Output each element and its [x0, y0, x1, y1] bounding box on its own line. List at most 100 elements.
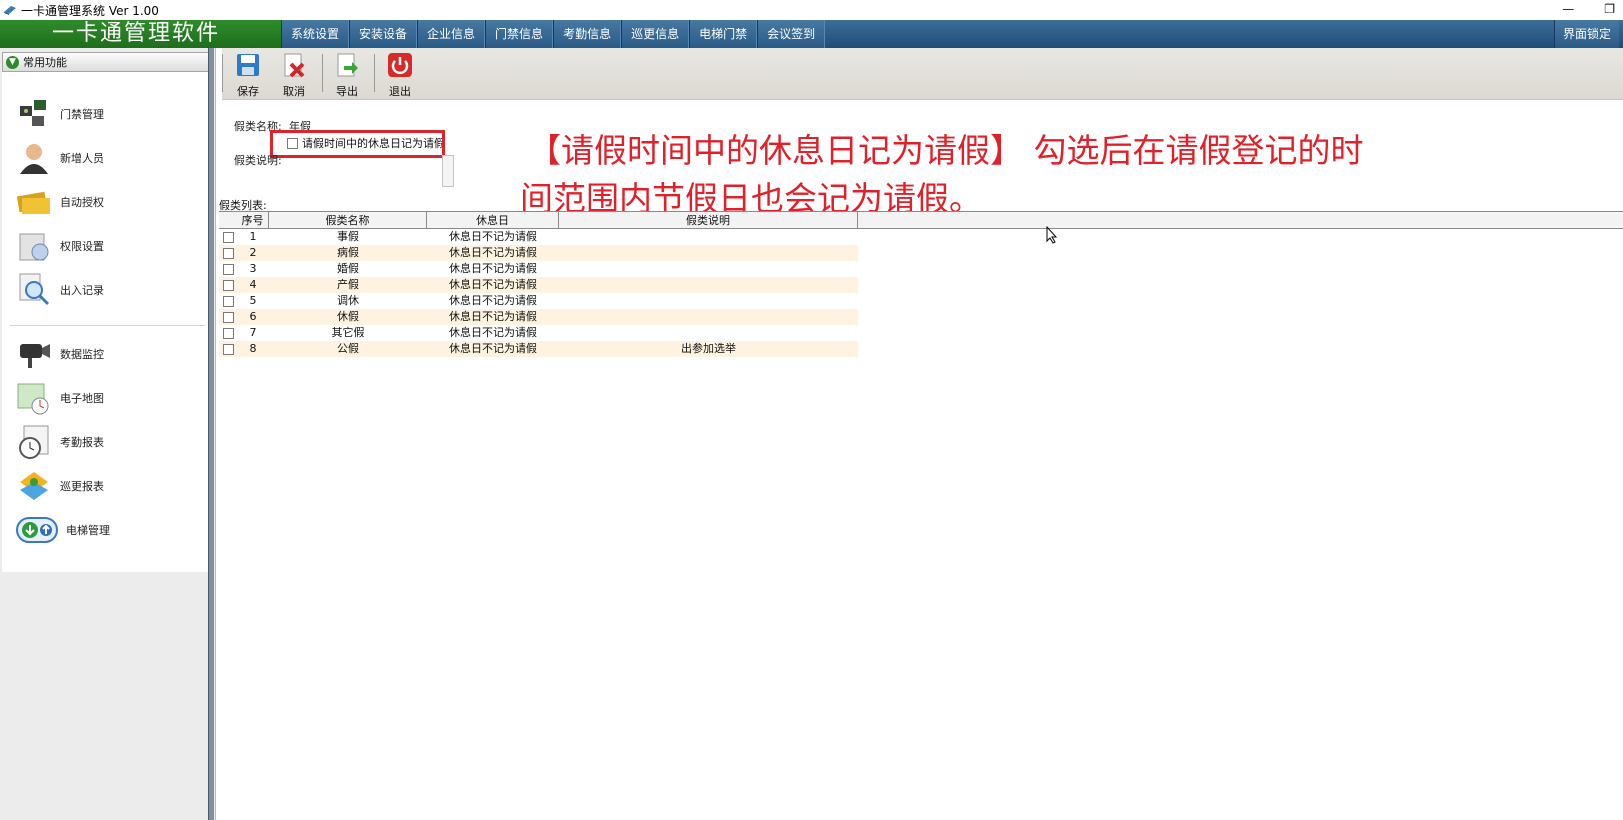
main-menu: 系统设置 安装设备 企业信息 门禁信息 考勤信息 巡更信息 电梯门禁 会议签到 [281, 20, 826, 48]
row-checkbox[interactable] [222, 263, 234, 275]
header-rest[interactable]: 休息日 [427, 212, 559, 228]
sidebar-item-auto-authorize[interactable]: 自动授权 [2, 180, 213, 224]
row-rest: 休息日不记为请假 [449, 230, 537, 243]
row-name: 婚假 [337, 262, 359, 275]
save-button[interactable]: 保存 [228, 52, 268, 99]
brand-title: 一卡通管理软件 [0, 20, 281, 48]
restore-icon[interactable]: ❐ [1604, 2, 1615, 16]
leave-desc-label: 假类说明: [234, 154, 282, 167]
toolbar: 保存 取消 导出 退出 [222, 48, 1623, 100]
permission-icon [19, 233, 49, 261]
row-name: 产假 [337, 278, 359, 291]
row-no: 4 [249, 278, 257, 291]
search-record-icon [19, 273, 50, 306]
export-label: 导出 [336, 85, 358, 98]
sidebar-item-attendance-report[interactable]: 考勤报表 [2, 420, 213, 464]
sidebar-item-door-control[interactable]: 门禁管理 [2, 92, 213, 136]
table-row[interactable]: 4 产假 休息日不记为请假 [219, 277, 858, 293]
row-checkbox[interactable] [222, 327, 234, 339]
table-row[interactable]: 2 病假 休息日不记为请假 [219, 245, 858, 261]
row-rest: 休息日不记为请假 [449, 262, 537, 275]
sidebar-panel: 门禁管理 新增人员 自动授权 权限设置 出入记录 数据监控 电子地图 考勤报表 … [2, 72, 213, 572]
title-bar: 一卡通管理系统 Ver 1.00 — ❐ [0, 0, 1623, 20]
cancel-button[interactable]: 取消 [274, 52, 314, 99]
row-checkbox[interactable] [222, 295, 234, 307]
table-row[interactable]: 1 事假 休息日不记为请假 [219, 229, 858, 245]
row-name: 其它假 [331, 326, 365, 339]
sidebar-item-label: 电子地图 [60, 392, 104, 405]
sidebar-item-label: 数据监控 [60, 348, 104, 361]
row-checkbox-cell [219, 309, 237, 325]
collapse-icon[interactable]: ▼ [6, 55, 19, 69]
export-button[interactable]: 导出 [327, 52, 367, 99]
row-checkbox-cell [219, 245, 237, 261]
row-desc [559, 245, 858, 261]
sidebar-item-electronic-map[interactable]: 电子地图 [2, 376, 213, 420]
menu-item-access-info[interactable]: 门禁信息 [485, 20, 554, 48]
highlight-box [270, 130, 445, 158]
row-checkbox[interactable] [222, 311, 234, 323]
row-checkbox[interactable] [222, 279, 234, 291]
minimize-icon[interactable]: — [1562, 2, 1574, 16]
row-no: 8 [249, 342, 257, 355]
row-name: 公假 [337, 342, 359, 355]
menu-item-attendance-info[interactable]: 考勤信息 [553, 20, 622, 48]
table-row[interactable]: 8 公假 休息日不记为请假 出参加选举 [219, 341, 858, 357]
menu-item-elevator-access[interactable]: 电梯门禁 [689, 20, 758, 48]
power-icon [388, 53, 412, 77]
table-header: 序号 假类名称 休息日 假类说明 [219, 211, 1623, 229]
row-checkbox-cell [219, 229, 237, 245]
lock-ui-button[interactable]: 界面锁定 [1553, 20, 1619, 48]
sidebar-header[interactable]: ▼ 常用功能 [2, 52, 213, 72]
sidebar-item-new-person[interactable]: 新增人员 [2, 136, 213, 180]
table-row[interactable]: 7 其它假 休息日不记为请假 [219, 325, 858, 341]
table-body: 1 事假 休息日不记为请假 2 病假 休息日不记为请假 3 婚假 休息日不记为请假 4 产假 休息日不… [219, 229, 858, 357]
door-control-icon [20, 100, 46, 126]
save-icon [237, 54, 259, 76]
leave-type-table: 序号 假类名称 休息日 假类说明 1 事假 休息日不记为请假 2 病假 休息日不记为请假 3… [219, 211, 1623, 357]
menu-item-install-device[interactable]: 安装设备 [349, 20, 418, 48]
row-no: 3 [249, 262, 257, 275]
desc-scrollbar[interactable] [442, 155, 454, 187]
camera-icon [20, 344, 50, 368]
header-no[interactable]: 序号 [237, 212, 269, 228]
sidebar-item-label: 门禁管理 [60, 108, 104, 121]
sidebar-item-label: 巡更报表 [60, 480, 104, 493]
sidebar-item-label: 权限设置 [60, 240, 104, 253]
mouse-cursor-icon [1046, 226, 1058, 244]
window-title: 一卡通管理系统 Ver 1.00 [21, 3, 159, 18]
sidebar-item-access-records[interactable]: 出入记录 [2, 268, 213, 312]
menu-item-meeting-checkin[interactable]: 会议签到 [757, 20, 826, 48]
table-row[interactable]: 5 调休 休息日不记为请假 [219, 293, 858, 309]
menu-item-company-info[interactable]: 企业信息 [417, 20, 486, 48]
row-checkbox[interactable] [222, 343, 234, 355]
menu-item-system-settings[interactable]: 系统设置 [281, 20, 350, 48]
sidebar-item-permission-settings[interactable]: 权限设置 [2, 224, 213, 268]
row-rest: 休息日不记为请假 [449, 342, 537, 355]
table-row[interactable]: 3 婚假 休息日不记为请假 [219, 261, 858, 277]
row-name: 病假 [337, 246, 359, 259]
header-name[interactable]: 假类名称 [269, 212, 427, 228]
elevator-icon [16, 517, 58, 543]
row-checkbox-cell [219, 293, 237, 309]
table-row[interactable]: 6 休假 休息日不记为请假 [219, 309, 858, 325]
card-icon [16, 191, 50, 214]
row-name: 调休 [337, 294, 359, 307]
sidebar-item-elevator-management[interactable]: 电梯管理 [2, 508, 213, 552]
sidebar-item-label: 新增人员 [60, 152, 104, 165]
menu-item-patrol-info[interactable]: 巡更信息 [621, 20, 690, 48]
row-checkbox[interactable] [222, 231, 234, 243]
patrol-icon [20, 472, 48, 500]
row-rest: 休息日不记为请假 [449, 278, 537, 291]
exit-button[interactable]: 退出 [380, 52, 420, 99]
row-checkbox[interactable] [222, 247, 234, 259]
sidebar-item-patrol-report[interactable]: 巡更报表 [2, 464, 213, 508]
row-checkbox-cell [219, 277, 237, 293]
row-no: 2 [249, 246, 257, 259]
header-desc[interactable]: 假类说明 [559, 212, 858, 228]
row-desc [559, 309, 858, 325]
export-icon [337, 53, 358, 77]
sidebar-item-data-monitor[interactable]: 数据监控 [2, 332, 213, 376]
splitter[interactable] [208, 48, 214, 820]
header-check-col [219, 212, 237, 228]
